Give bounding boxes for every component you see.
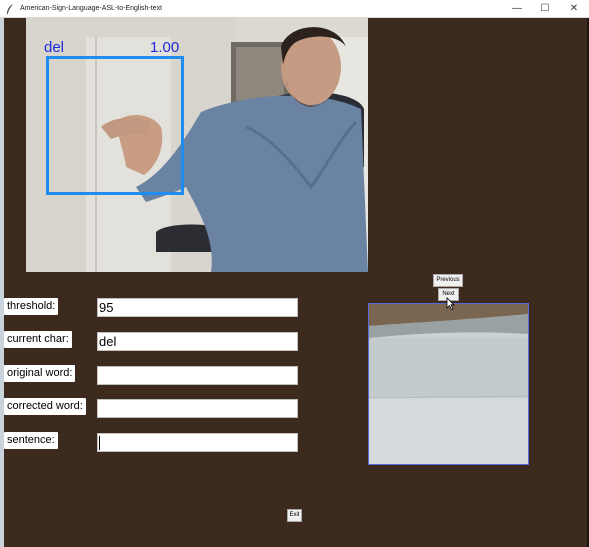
- title-bar[interactable]: American-Sign-Language-ASL-to-English-te…: [0, 0, 589, 18]
- original-word-label: original word:: [4, 365, 76, 382]
- sentence-label: sentence:: [4, 432, 58, 449]
- desktop-edge: [0, 18, 4, 547]
- corrected-word-label: corrected word:: [4, 398, 86, 415]
- detection-box: [46, 56, 184, 195]
- exit-button[interactable]: Exit: [287, 509, 302, 522]
- feather-icon: [3, 2, 17, 16]
- webcam-feed: del 1.00: [26, 17, 368, 272]
- window-controls: — ☐ ✕: [503, 0, 589, 17]
- prediction-confidence: 1.00: [150, 39, 180, 56]
- prediction-label: del: [44, 39, 65, 56]
- roi-image: [369, 304, 528, 464]
- maximize-button[interactable]: ☐: [531, 0, 559, 17]
- text-caret: [99, 436, 100, 450]
- window-title: American-Sign-Language-ASL-to-English-te…: [20, 5, 163, 12]
- original-word-field[interactable]: [97, 366, 298, 385]
- current-char-field[interactable]: del: [97, 332, 298, 351]
- roi-preview: [368, 303, 529, 465]
- sentence-field[interactable]: [97, 433, 298, 452]
- threshold-label: threshold:: [4, 298, 59, 315]
- current-char-label: current char:: [4, 331, 72, 348]
- corrected-word-field[interactable]: [97, 399, 298, 418]
- minimize-button[interactable]: —: [503, 0, 531, 17]
- previous-button[interactable]: Previous: [433, 274, 463, 287]
- mouse-cursor-icon: [446, 297, 455, 315]
- threshold-field[interactable]: 95: [97, 298, 298, 317]
- app-window: American-Sign-Language-ASL-to-English-te…: [0, 0, 589, 547]
- close-button[interactable]: ✕: [559, 0, 589, 17]
